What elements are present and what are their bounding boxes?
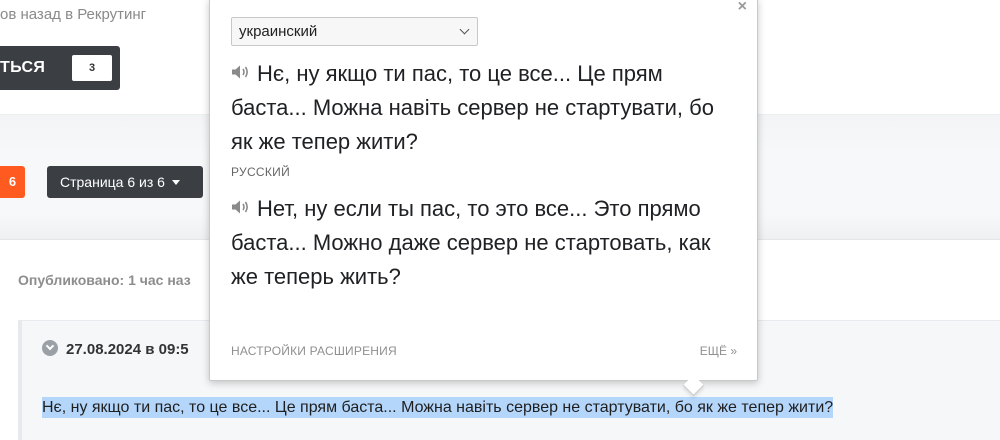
target-language-label: РУССКИЙ [231, 165, 291, 179]
source-text-block: Нє, ну якщо ти пас, то це все... Це прям… [231, 56, 741, 159]
follow-button-label: ТЬСЯ [0, 59, 46, 76]
page: ов назад в Рекрутинг ТЬСЯ 3 6 Страница 6… [0, 0, 1000, 440]
caret-down-icon [171, 180, 180, 185]
translate-popup: × украинский Нє, ну якщо ти пас, то це в… [209, 0, 758, 397]
post-header[interactable]: 27.08.2024 в 09:5 [42, 340, 189, 358]
source-language-select[interactable]: украинский [231, 17, 478, 46]
published-info: Опубликовано: 1 час наз [18, 272, 191, 288]
page-select-dropdown[interactable]: Страница 6 из 6 [47, 166, 203, 198]
translation-block: Нет, ну если ты пас, то это все... Это п… [231, 191, 741, 294]
published-label: Опубликовано: 1 час наз [18, 272, 191, 288]
source-text: Нє, ну якщо ти пас, то це все... Це прям… [231, 61, 714, 154]
breadcrumb[interactable]: ов назад в Рекрутинг [0, 6, 146, 23]
speaker-icon[interactable] [231, 56, 251, 90]
follow-button[interactable]: ТЬСЯ 3 [0, 46, 120, 90]
extension-settings-link[interactable]: НАСТРОЙКИ РАСШИРЕНИЯ [231, 344, 397, 358]
collapse-chevron-icon[interactable] [42, 340, 58, 356]
current-page-button[interactable]: 6 [0, 166, 25, 198]
page-select-label: Страница 6 из 6 [60, 174, 165, 190]
chevron-down-icon [459, 24, 470, 35]
selected-text: Нє, ну якщо ти пас, то це все... Це прям… [42, 397, 834, 418]
translated-text: Нет, ну если ты пас, то это все... Это п… [231, 196, 711, 289]
post-text[interactable]: Нє, ну якщо ти пас, то це все... Це прям… [42, 396, 834, 420]
more-link[interactable]: ЕЩЁ » [700, 344, 737, 358]
source-language-value: украинский [239, 23, 318, 40]
post-date: 27.08.2024 в 09:5 [66, 341, 189, 358]
close-icon[interactable]: × [738, 0, 747, 16]
speaker-icon[interactable] [231, 191, 251, 225]
follow-count-badge: 3 [72, 55, 112, 81]
